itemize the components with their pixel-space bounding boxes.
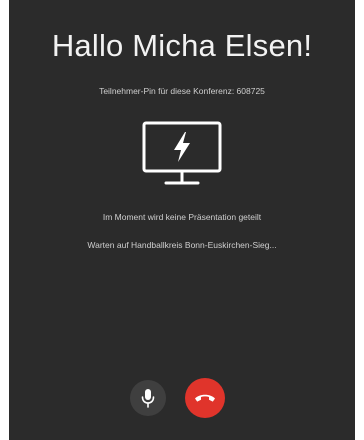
monitor-lightning-icon: [140, 120, 224, 190]
phone-hangup-icon: [194, 392, 216, 404]
call-screen: Hallo Micha Elsen! Teilnehmer-Pin für di…: [9, 0, 355, 440]
waiting-status-text: Warten auf Handballkreis Bonn-Euskirchen…: [87, 240, 277, 250]
greeting-title: Hallo Micha Elsen!: [51, 28, 313, 63]
mute-microphone-button[interactable]: [130, 380, 166, 416]
hang-up-button[interactable]: [185, 378, 225, 418]
call-controls: [9, 378, 355, 418]
microphone-icon: [140, 388, 156, 408]
presentation-status-text: Im Moment wird keine Präsentation geteil…: [102, 212, 262, 222]
participant-pin-text: Teilnehmer-Pin für diese Konferenz: 6087…: [99, 86, 265, 96]
